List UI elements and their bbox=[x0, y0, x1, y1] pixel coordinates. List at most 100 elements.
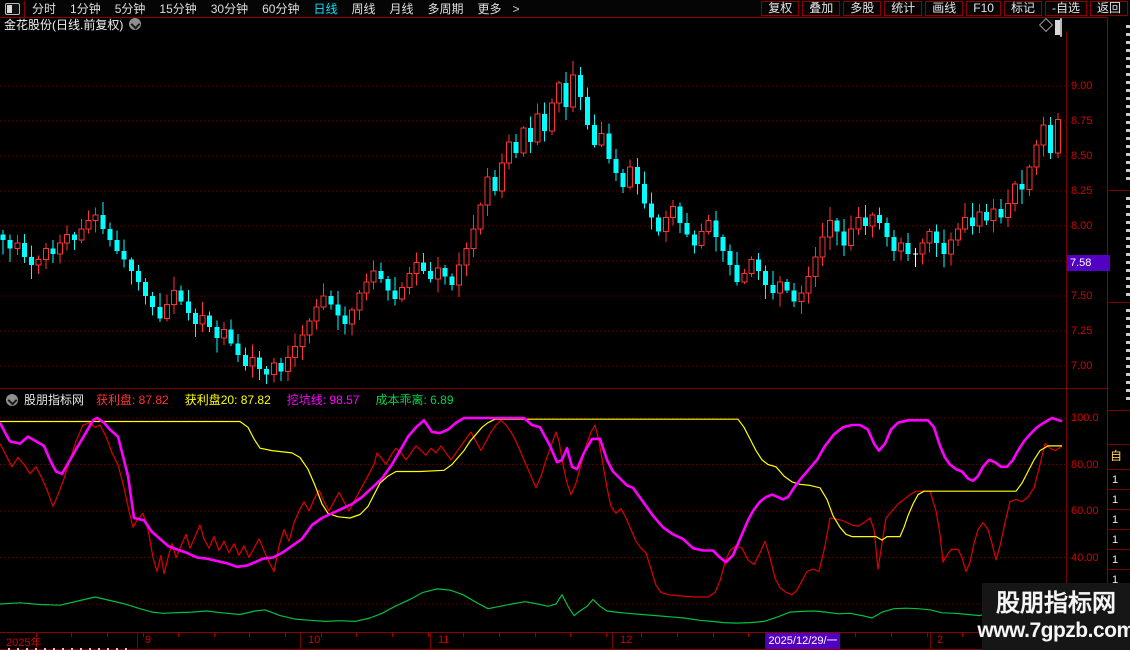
month-label-9: 9 bbox=[145, 634, 152, 646]
price-axis-label: 7.50 bbox=[1071, 290, 1093, 302]
week-tick bbox=[570, 633, 571, 637]
trading-app: 分时 1分钟 5分钟 15分钟 30分钟 60分钟 日线 周线 月线 多周期 更多 > 复权 叠加 多股统… bbox=[0, 0, 1130, 650]
week-tick bbox=[713, 633, 714, 637]
indicator-header: 股朋指标网 获利盘: 87.82 获利盘20: 87.82 挖坑线: 98.57 成本… bbox=[0, 390, 1070, 409]
week-tick bbox=[927, 633, 928, 637]
candlestick-chart[interactable] bbox=[0, 31, 1066, 388]
month-separator bbox=[612, 633, 613, 649]
watermark-url: www.7gpzb.com bbox=[977, 618, 1130, 642]
toolbar-button-标记[interactable]: 标记 bbox=[1003, 1, 1042, 16]
month-label-11: 11 bbox=[438, 634, 450, 646]
indicator-dropdown-icon[interactable] bbox=[6, 393, 18, 406]
week-tick bbox=[855, 633, 856, 637]
period-tab-5分钟[interactable]: 5分钟 bbox=[108, 1, 153, 17]
price-axis-label: 8.00 bbox=[1071, 220, 1093, 232]
price-axis-label: 8.25 bbox=[1071, 185, 1093, 197]
week-tick bbox=[178, 633, 179, 637]
week-tick bbox=[143, 633, 144, 637]
indicator-axis-label: 60.00 bbox=[1071, 505, 1099, 517]
week-tick bbox=[535, 633, 536, 637]
month-label-12: 12 bbox=[620, 634, 633, 646]
period-tab-月线[interactable]: 月线 bbox=[383, 1, 421, 17]
indicator-axis-label: 80.00 bbox=[1071, 458, 1099, 471]
period-tab-周线[interactable]: 周线 bbox=[344, 1, 382, 17]
diamond-icon[interactable] bbox=[1038, 17, 1054, 33]
stock-title: 金花股份(日线.前复权) bbox=[4, 17, 124, 32]
top-toolbar: 分时 1分钟 5分钟 15分钟 30分钟 60分钟 日线 周线 月线 多周期 更多 > 复权 叠加 多股统… bbox=[0, 0, 1130, 18]
month-separator bbox=[137, 633, 138, 649]
clipped-glyphs bbox=[1126, 25, 1130, 185]
clipped-quote-value: 1 bbox=[1108, 489, 1130, 510]
week-tick bbox=[962, 633, 963, 637]
indicator-value-挖坑线: 挖坑线: 98.57 bbox=[286, 393, 360, 407]
week-tick bbox=[428, 633, 429, 637]
week-tick bbox=[677, 633, 678, 637]
period-tab-60分钟[interactable]: 60分钟 bbox=[255, 1, 306, 17]
toolbar-actions: 复权 叠加 多股 统计 画线 F10 标记 -自选 返回 bbox=[758, 1, 1130, 16]
clipped-quote-value: 1 bbox=[1108, 529, 1130, 550]
toolbar-button-统计[interactable]: 统计 bbox=[884, 1, 923, 16]
period-tab-15分钟[interactable]: 15分钟 bbox=[152, 1, 203, 17]
clipped-quote-value: 1 bbox=[1108, 469, 1130, 490]
week-tick bbox=[71, 633, 72, 637]
date-axis[interactable]: 2025年 2025/12/29/一 9 10 11 12 2 bbox=[0, 632, 1107, 650]
indicator-value-获利盘: 获利盘: 87.82 bbox=[96, 393, 169, 407]
period-tab-30分钟[interactable]: 30分钟 bbox=[204, 1, 255, 17]
watermark: 股朋指标网 www.7gpzb.com bbox=[977, 583, 1130, 650]
toolbar-button--自选[interactable]: -自选 bbox=[1044, 1, 1087, 16]
week-tick bbox=[606, 633, 607, 637]
axis-separator bbox=[1066, 31, 1067, 632]
indicator-source-label: 股朋指标网 bbox=[24, 393, 85, 407]
week-tick bbox=[499, 633, 500, 637]
period-tab-分时[interactable]: 分时 bbox=[25, 1, 63, 17]
layout-toggle-button[interactable] bbox=[0, 0, 25, 17]
period-tab-日线[interactable]: 日线 bbox=[306, 1, 344, 17]
last-price-marker: 7.58 bbox=[1067, 255, 1110, 271]
period-tab-更多[interactable]: 更多 bbox=[471, 1, 509, 17]
price-axis-label: 7.00 bbox=[1071, 360, 1093, 372]
period-tabs: 分时 1分钟 5分钟 15分钟 30分钟 60分钟 日线 周线 月线 多周期 更多 > bbox=[25, 1, 524, 17]
week-tick bbox=[641, 633, 642, 637]
week-tick bbox=[392, 633, 393, 637]
week-tick bbox=[463, 633, 464, 637]
toolbar-button-F10[interactable]: F10 bbox=[966, 1, 1001, 16]
clipped-glyphs bbox=[1126, 309, 1130, 404]
more-arrow-icon[interactable]: > bbox=[509, 2, 524, 16]
indicator-value-成本乖离: 成本乖离: 6.89 bbox=[375, 393, 454, 407]
month-label-2: 2 bbox=[937, 634, 944, 646]
price-axis-label: 8.75 bbox=[1071, 115, 1093, 127]
toolbar-button-多股[interactable]: 多股 bbox=[843, 1, 882, 16]
title-dropdown-icon[interactable] bbox=[129, 18, 142, 30]
toolbar-button-复权[interactable]: 复权 bbox=[761, 1, 800, 16]
clipped-tab-label: 自 bbox=[1110, 449, 1122, 461]
month-separator bbox=[930, 633, 931, 649]
toolbar-button-画线[interactable]: 画线 bbox=[925, 1, 964, 16]
toolbar-button-叠加[interactable]: 叠加 bbox=[802, 1, 841, 16]
clipped-right-panel: 自 11111111 bbox=[1107, 17, 1130, 650]
period-tab-1分钟[interactable]: 1分钟 bbox=[63, 1, 108, 17]
week-tick bbox=[321, 633, 322, 637]
chart-title-bar: 金花股份(日线.前复权) bbox=[0, 17, 1111, 37]
last-date-marker: 2025/12/29/一 bbox=[766, 633, 840, 649]
period-tab-多周期[interactable]: 多周期 bbox=[421, 1, 471, 17]
week-tick bbox=[107, 633, 108, 637]
week-tick bbox=[36, 633, 37, 637]
indicator-axis-label: 100.0 bbox=[1071, 412, 1099, 424]
watermark-site-name: 股朋指标网 bbox=[996, 589, 1116, 617]
month-separator bbox=[300, 633, 301, 649]
week-tick bbox=[249, 633, 250, 637]
indicator-values: 获利盘: 87.82 获利盘20: 87.82 挖坑线: 98.57 成本乖离: 6.… bbox=[96, 391, 469, 408]
price-axis-label: 7.25 bbox=[1071, 325, 1093, 337]
pane-divider bbox=[0, 388, 1107, 389]
price-axis: 9.008.758.508.258.007.757.507.257.00 bbox=[1068, 31, 1107, 388]
month-separator bbox=[430, 633, 431, 649]
clipped-glyphs bbox=[1126, 197, 1130, 297]
month-label-10: 10 bbox=[308, 634, 321, 646]
week-tick bbox=[748, 633, 749, 637]
indicator-axis-label: 40.00 bbox=[1071, 551, 1099, 564]
week-tick bbox=[214, 633, 215, 637]
indicator-value-获利盘20: 获利盘20: 87.82 bbox=[184, 393, 271, 407]
indicator-chart[interactable] bbox=[0, 410, 1066, 632]
toolbar-button-返回[interactable]: 返回 bbox=[1089, 1, 1128, 16]
panel-left-icon bbox=[4, 2, 20, 15]
